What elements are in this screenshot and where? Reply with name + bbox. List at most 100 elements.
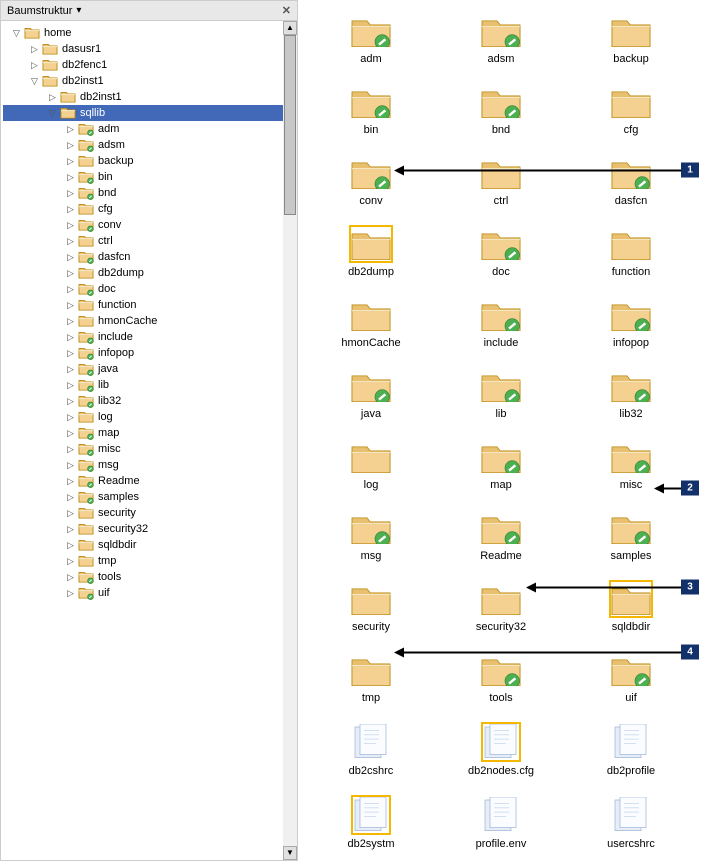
expand-icon[interactable]: ▷ <box>65 284 76 295</box>
expand-icon[interactable]: ▷ <box>65 540 76 551</box>
grid-item-db2cshrc[interactable]: db2cshrc <box>306 722 436 777</box>
scroll-down-icon[interactable]: ▼ <box>283 846 297 860</box>
grid-item-profile-env[interactable]: profile.env <box>436 795 566 850</box>
tree-item-function[interactable]: ▷ function <box>3 297 283 313</box>
tree-item-db2dump[interactable]: ▷ db2dump <box>3 265 283 281</box>
expand-icon[interactable]: ▷ <box>65 492 76 503</box>
expand-icon[interactable]: ▷ <box>65 380 76 391</box>
scroll-thumb[interactable] <box>284 35 296 215</box>
grid-item-db2systm[interactable]: db2systm <box>306 795 436 850</box>
expand-icon[interactable]: ▷ <box>65 524 76 535</box>
tree-item-security32[interactable]: ▷ security32 <box>3 521 283 537</box>
tree-item-dasfcn[interactable]: ▷ dasfcn <box>3 249 283 265</box>
grid-item-sqldbdir[interactable]: sqldbdir <box>566 580 696 633</box>
grid-item-msg[interactable]: msg <box>306 509 436 562</box>
expand-icon[interactable]: ▷ <box>65 140 76 151</box>
sidebar-title[interactable]: Baumstruktur ▾ <box>7 5 81 17</box>
grid-item-db2dump[interactable]: db2dump <box>306 225 436 278</box>
expand-icon[interactable]: ▷ <box>65 428 76 439</box>
grid-item-map[interactable]: map <box>436 438 566 491</box>
grid-item-include[interactable]: include <box>436 296 566 349</box>
expand-icon[interactable]: ▷ <box>65 348 76 359</box>
expand-icon[interactable]: ▷ <box>65 476 76 487</box>
expand-icon[interactable]: ▷ <box>65 508 76 519</box>
grid-item-doc[interactable]: doc <box>436 225 566 278</box>
tree-item-db2inst1[interactable]: ▷ db2inst1 <box>3 89 283 105</box>
tree-item-infopop[interactable]: ▷ infopop <box>3 345 283 361</box>
grid-item-tools[interactable]: tools <box>436 651 566 704</box>
tree-item-sqldbdir[interactable]: ▷ sqldbdir <box>3 537 283 553</box>
grid-item-misc[interactable]: misc <box>566 438 696 491</box>
grid-item-hmoncache[interactable]: hmonCache <box>306 296 436 349</box>
tree-item-adsm[interactable]: ▷ adsm <box>3 137 283 153</box>
tree-item-db2fenc1[interactable]: ▷ db2fenc1 <box>3 57 283 73</box>
expand-icon[interactable]: ▷ <box>29 44 40 55</box>
tree-item-bin[interactable]: ▷ bin <box>3 169 283 185</box>
expand-icon[interactable]: ▷ <box>47 92 58 103</box>
tree-item-log[interactable]: ▷ log <box>3 409 283 425</box>
tree-item-dasusr1[interactable]: ▷ dasusr1 <box>3 41 283 57</box>
grid-item-lib32[interactable]: lib32 <box>566 367 696 420</box>
tree-item-security[interactable]: ▷ security <box>3 505 283 521</box>
expand-icon[interactable]: ▷ <box>65 252 76 263</box>
tree-item-sqllib[interactable]: ▽ sqllib <box>3 105 283 121</box>
expand-icon[interactable]: ▷ <box>65 556 76 567</box>
grid-item-bin[interactable]: bin <box>306 83 436 136</box>
expand-icon[interactable]: ▷ <box>65 396 76 407</box>
expand-icon[interactable]: ▷ <box>65 300 76 311</box>
grid-item-lib[interactable]: lib <box>436 367 566 420</box>
expand-icon[interactable]: ▷ <box>65 220 76 231</box>
grid-item-samples[interactable]: samples <box>566 509 696 562</box>
grid-item-uif[interactable]: uif <box>566 651 696 704</box>
grid-item-java[interactable]: java <box>306 367 436 420</box>
tree-item-samples[interactable]: ▷ samples <box>3 489 283 505</box>
grid-item-readme[interactable]: Readme <box>436 509 566 562</box>
grid-item-usercshrc[interactable]: usercshrc <box>566 795 696 850</box>
grid-item-adm[interactable]: adm <box>306 12 436 65</box>
grid-item-cfg[interactable]: cfg <box>566 83 696 136</box>
grid-item-security[interactable]: security <box>306 580 436 633</box>
grid-item-log[interactable]: log <box>306 438 436 491</box>
grid-item-ctrl[interactable]: ctrl <box>436 154 566 207</box>
expand-icon[interactable]: ▷ <box>65 572 76 583</box>
tree-item-db2inst1[interactable]: ▽ db2inst1 <box>3 73 283 89</box>
grid-item-tmp[interactable]: tmp <box>306 651 436 704</box>
tree-item-hmoncache[interactable]: ▷ hmonCache <box>3 313 283 329</box>
expand-icon[interactable]: ▷ <box>65 316 76 327</box>
collapse-icon[interactable]: ▽ <box>29 76 40 87</box>
grid-item-conv[interactable]: conv <box>306 154 436 207</box>
grid-item-dasfcn[interactable]: dasfcn <box>566 154 696 207</box>
expand-icon[interactable]: ▷ <box>65 188 76 199</box>
grid-item-function[interactable]: function <box>566 225 696 278</box>
tree-item-java[interactable]: ▷ java <box>3 361 283 377</box>
tree-item-lib[interactable]: ▷ lib <box>3 377 283 393</box>
tree-item-bnd[interactable]: ▷ bnd <box>3 185 283 201</box>
expand-icon[interactable]: ▷ <box>29 60 40 71</box>
scroll-up-icon[interactable]: ▲ <box>283 21 297 35</box>
expand-icon[interactable]: ▷ <box>65 412 76 423</box>
expand-icon[interactable]: ▷ <box>65 364 76 375</box>
tree-item-misc[interactable]: ▷ misc <box>3 441 283 457</box>
grid-item-db2profile[interactable]: db2profile <box>566 722 696 777</box>
tree-item-msg[interactable]: ▷ msg <box>3 457 283 473</box>
tree-item-conv[interactable]: ▷ conv <box>3 217 283 233</box>
grid-item-bnd[interactable]: bnd <box>436 83 566 136</box>
tree-item-lib32[interactable]: ▷ lib32 <box>3 393 283 409</box>
tree-item-tools[interactable]: ▷ tools <box>3 569 283 585</box>
expand-icon[interactable]: ▷ <box>65 444 76 455</box>
expand-icon[interactable]: ▷ <box>65 156 76 167</box>
tree-item-home[interactable]: ▽ home <box>3 25 283 41</box>
grid-item-backup[interactable]: backup <box>566 12 696 65</box>
collapse-icon[interactable]: ▽ <box>47 108 58 119</box>
tree-item-cfg[interactable]: ▷ cfg <box>3 201 283 217</box>
expand-icon[interactable]: ▷ <box>65 204 76 215</box>
expand-icon[interactable]: ▷ <box>65 588 76 599</box>
expand-icon[interactable]: ▷ <box>65 332 76 343</box>
grid-item-infopop[interactable]: infopop <box>566 296 696 349</box>
expand-icon[interactable]: ▷ <box>65 236 76 247</box>
grid-item-db2nodes-cfg[interactable]: db2nodes.cfg <box>436 722 566 777</box>
expand-icon[interactable]: ▷ <box>65 460 76 471</box>
tree-item-include[interactable]: ▷ include <box>3 329 283 345</box>
tree-item-uif[interactable]: ▷ uif <box>3 585 283 601</box>
tree-item-ctrl[interactable]: ▷ ctrl <box>3 233 283 249</box>
